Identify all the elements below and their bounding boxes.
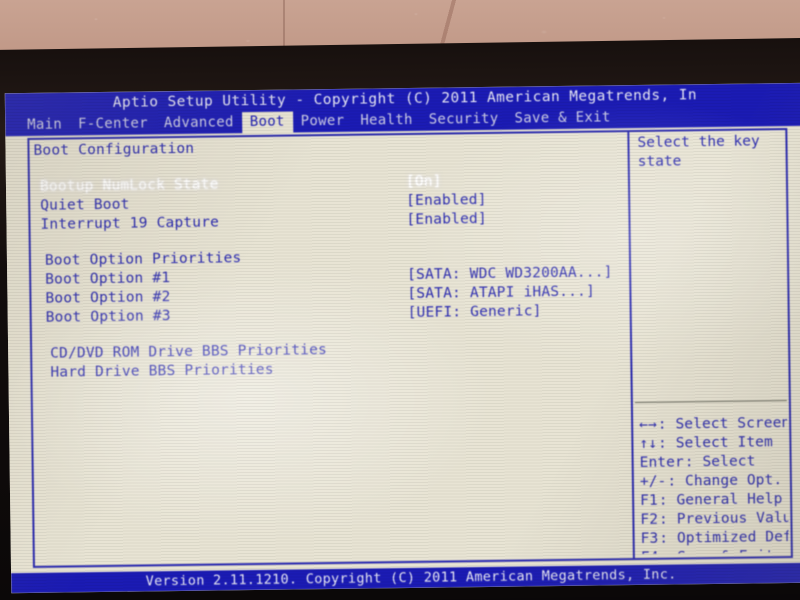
boot-option-value[interactable]: [UEFI: Generic] <box>408 302 542 323</box>
legend-description: Select Screen <box>675 415 789 433</box>
boot-option-value[interactable]: [SATA: ATAPI iHAS...] <box>407 283 595 304</box>
submenu-list: CD/DVD ROM Drive BBS Priorities Hard Driv… <box>34 337 630 383</box>
help-pane: Select the key state ←→: Select Screen ↑↓… <box>631 132 788 554</box>
menu-tab-save-exit[interactable]: Save & Exit <box>506 107 618 129</box>
legend-description: Select <box>702 453 756 471</box>
legend-row: ←→: Select Screen <box>635 414 789 435</box>
content-area: Boot Configuration Bootup NumLock State[… <box>5 125 800 574</box>
legend-keys: Enter <box>639 454 684 471</box>
key-legend: ←→: Select Screen ↑↓: Select Item Enter: S… <box>635 414 789 554</box>
setting-value[interactable]: [On] <box>406 173 442 192</box>
legend-description: Optimized Defau <box>676 528 789 547</box>
legend-separator: : <box>659 530 678 547</box>
menu-tab-f-center[interactable]: F-Center <box>70 113 156 135</box>
legend-description: Select Item <box>675 434 773 452</box>
settings-list: Bootup NumLock State [On] Quiet Boot [Enabl… <box>32 170 629 235</box>
setting-value[interactable]: [Enabled] <box>406 191 487 211</box>
settings-pane: Boot Configuration Bootup NumLock State[… <box>31 134 632 562</box>
boot-option-label: Boot Option #2 <box>45 289 171 307</box>
wall-cable <box>298 0 598 46</box>
legend-row: F1: General Help <box>636 490 788 511</box>
setting-label: Bootup NumLock State <box>39 176 219 195</box>
help-text-line1: Select the key <box>637 133 760 151</box>
menu-tab-main[interactable]: Main <box>19 114 70 136</box>
legend-separator: : <box>659 549 677 554</box>
setting-value[interactable]: [Enabled] <box>406 210 487 230</box>
legend-description: Previous Values <box>676 509 789 528</box>
menu-tab-security[interactable]: Security <box>421 109 507 131</box>
photo-of-monitor: Aptio Setup Utility - Copyright (C) 2011… <box>0 0 800 600</box>
help-text-line2: state <box>637 153 682 170</box>
legend-row: ↑↓: Select Item <box>635 433 787 454</box>
wall-seam <box>283 0 285 46</box>
legend-keys: F2 <box>640 511 659 528</box>
legend-row: F3: Optimized Defau <box>637 528 789 549</box>
legend-separator: : <box>667 473 686 490</box>
legend-keys: F4 <box>641 550 659 554</box>
menu-tab-power[interactable]: Power <box>293 111 353 133</box>
legend-separator: : <box>658 511 677 528</box>
legend-keys: +/- <box>639 473 667 490</box>
legend-separator: : <box>684 454 703 471</box>
legend-keys: F3 <box>640 530 659 547</box>
legend-keys: F1 <box>640 492 658 509</box>
menu-tab-health[interactable]: Health <box>352 110 421 132</box>
legend-keys: ↑↓ <box>639 435 658 452</box>
menu-tab-advanced[interactable]: Advanced <box>156 112 242 134</box>
legend-description: Change Opt. <box>684 472 783 490</box>
boot-options-list: Boot Option #1 [SATA: WDC WD3200AA...] Boo… <box>33 263 630 328</box>
legend-separator: : <box>658 492 677 509</box>
legend-description: General Help <box>676 491 783 509</box>
legend-separator: : <box>657 416 676 433</box>
boot-priorities-heading-label: Boot Option Priorities <box>44 250 242 269</box>
setting-label: Quiet Boot <box>40 196 130 214</box>
boot-option-label: Boot Option #3 <box>45 308 171 326</box>
legend-separator: : <box>657 435 676 452</box>
submenu-label: Hard Drive BBS Priorities <box>50 361 274 381</box>
legend-keys: ←→ <box>639 416 657 433</box>
legend-row: +/-: Change Opt. <box>636 471 788 492</box>
legend-row: F2: Previous Values <box>636 509 789 530</box>
setting-label: Interrupt 19 Capture <box>40 214 220 233</box>
legend-row: Enter: Select <box>636 452 788 473</box>
bios-screen: Aptio Setup Utility - Copyright (C) 2011… <box>4 82 800 594</box>
menu-tab-boot[interactable]: Boot <box>241 111 293 134</box>
boot-option-label: Boot Option #1 <box>45 270 171 288</box>
